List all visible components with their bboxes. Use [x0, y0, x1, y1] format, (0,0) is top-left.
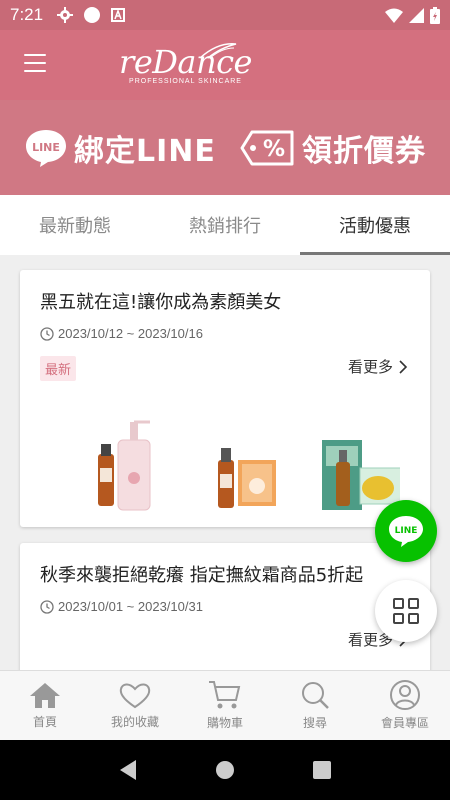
app-header: reDance PROFESSIONAL SKINCARE: [0, 30, 450, 100]
pump-bottle-image: [117, 420, 151, 511]
coupon-label: 領折價券: [302, 133, 426, 169]
nav-search[interactable]: 搜尋: [270, 671, 360, 740]
nav-label: 首頁: [32, 715, 57, 729]
line-bubble-icon: LINE: [26, 129, 66, 167]
status-time: 7:21: [10, 5, 44, 24]
card-date: 2023/10/01 ~ 2023/10/31: [40, 599, 203, 614]
wifi-icon: [385, 8, 403, 23]
tab-bar: 最新動態 熱銷排行 活動優惠: [0, 195, 450, 255]
cart-icon: [209, 681, 241, 709]
system-nav-bar: [0, 740, 450, 800]
font-status-icon: [111, 8, 126, 22]
line-icon: LINE: [389, 516, 423, 547]
tab-label: 最新動態: [39, 216, 111, 237]
nav-label: 購物車: [206, 716, 243, 730]
date-range: 2023/10/01 ~ 2023/10/31: [58, 599, 203, 614]
bind-line-label: 綁定LINE: [74, 133, 216, 169]
bind-line-button[interactable]: LINE 綁定LINE: [24, 126, 216, 170]
promo-banner: LINE 綁定LINE % 領折價券: [0, 100, 450, 195]
see-more-link[interactable]: 看更多: [348, 356, 408, 377]
back-icon[interactable]: [118, 759, 138, 781]
card-date: 2023/10/12 ~ 2023/10/16: [40, 326, 203, 341]
tab-promotions[interactable]: 活動優惠: [300, 195, 450, 255]
svg-text:%: %: [263, 137, 285, 162]
logo-subtitle: PROFESSIONAL SKINCARE: [129, 78, 242, 85]
grid-menu-button[interactable]: [375, 580, 437, 642]
skincare-set-image: [322, 440, 400, 510]
date-range: 2023/10/12 ~ 2023/10/16: [58, 326, 203, 341]
promotion-card[interactable]: 秋季來襲拒絕乾癢 指定撫紋霜商品5折起 2023/10/01 ~ 2023/10…: [20, 543, 430, 670]
tab-label: 活動優惠: [339, 216, 411, 237]
serum-bottle-image: [98, 444, 114, 506]
nav-home[interactable]: 首頁: [0, 671, 90, 740]
bottom-nav: 首頁 我的收藏 購物車 搜尋 會員專區: [0, 670, 450, 740]
product-image: [98, 420, 400, 511]
status-bar: 7:21: [0, 0, 450, 30]
search-icon: [302, 682, 329, 709]
grid-icon: [393, 598, 419, 624]
chevron-right-icon: [399, 359, 408, 374]
recents-icon[interactable]: [312, 760, 332, 780]
tab-latest-news[interactable]: 最新動態: [0, 195, 150, 255]
coupon-button[interactable]: % 領折價券: [240, 126, 426, 170]
clock-icon: [40, 599, 54, 614]
clock-icon: [40, 326, 54, 341]
nav-label: 會員專區: [380, 716, 429, 730]
serum-with-box-image: [218, 448, 276, 508]
settings-icon: [57, 7, 74, 23]
coupon-tag-icon: %: [240, 130, 294, 165]
card-title: 秋季來襲拒絕乾癢 指定撫紋霜商品5折起: [40, 565, 364, 586]
tab-label: 熱銷排行: [189, 216, 261, 237]
nav-member[interactable]: 會員專區: [360, 671, 450, 740]
card-title: 黑五就在這!讓你成為素顏美女: [40, 292, 282, 313]
see-more-label: 看更多: [347, 358, 393, 376]
tab-best-sellers[interactable]: 熱銷排行: [150, 195, 300, 255]
nav-cart[interactable]: 購物車: [180, 671, 270, 740]
line-chat-button[interactable]: LINE: [375, 500, 437, 562]
home-icon: [30, 683, 60, 708]
home-circle-icon[interactable]: [214, 759, 236, 781]
nav-label: 搜尋: [302, 716, 327, 730]
new-badge: 最新: [40, 356, 77, 381]
promotion-card[interactable]: 黑五就在這!讓你成為素顏美女 2023/10/12 ~ 2023/10/16 最…: [20, 270, 430, 527]
nav-favorites[interactable]: 我的收藏: [90, 671, 180, 740]
circle-status-icon: [84, 7, 101, 23]
signal-icon: [409, 7, 424, 23]
battery-icon: [430, 6, 440, 24]
logo-swoosh-icon: [199, 43, 237, 59]
heart-icon: [119, 683, 151, 709]
svg-text:LINE: LINE: [395, 526, 418, 536]
nav-label: 我的收藏: [110, 715, 159, 729]
brand-logo[interactable]: reDance PROFESSIONAL SKINCARE: [118, 43, 253, 92]
user-icon: [390, 680, 420, 710]
svg-text:LINE: LINE: [32, 141, 60, 154]
menu-button[interactable]: [24, 54, 46, 74]
